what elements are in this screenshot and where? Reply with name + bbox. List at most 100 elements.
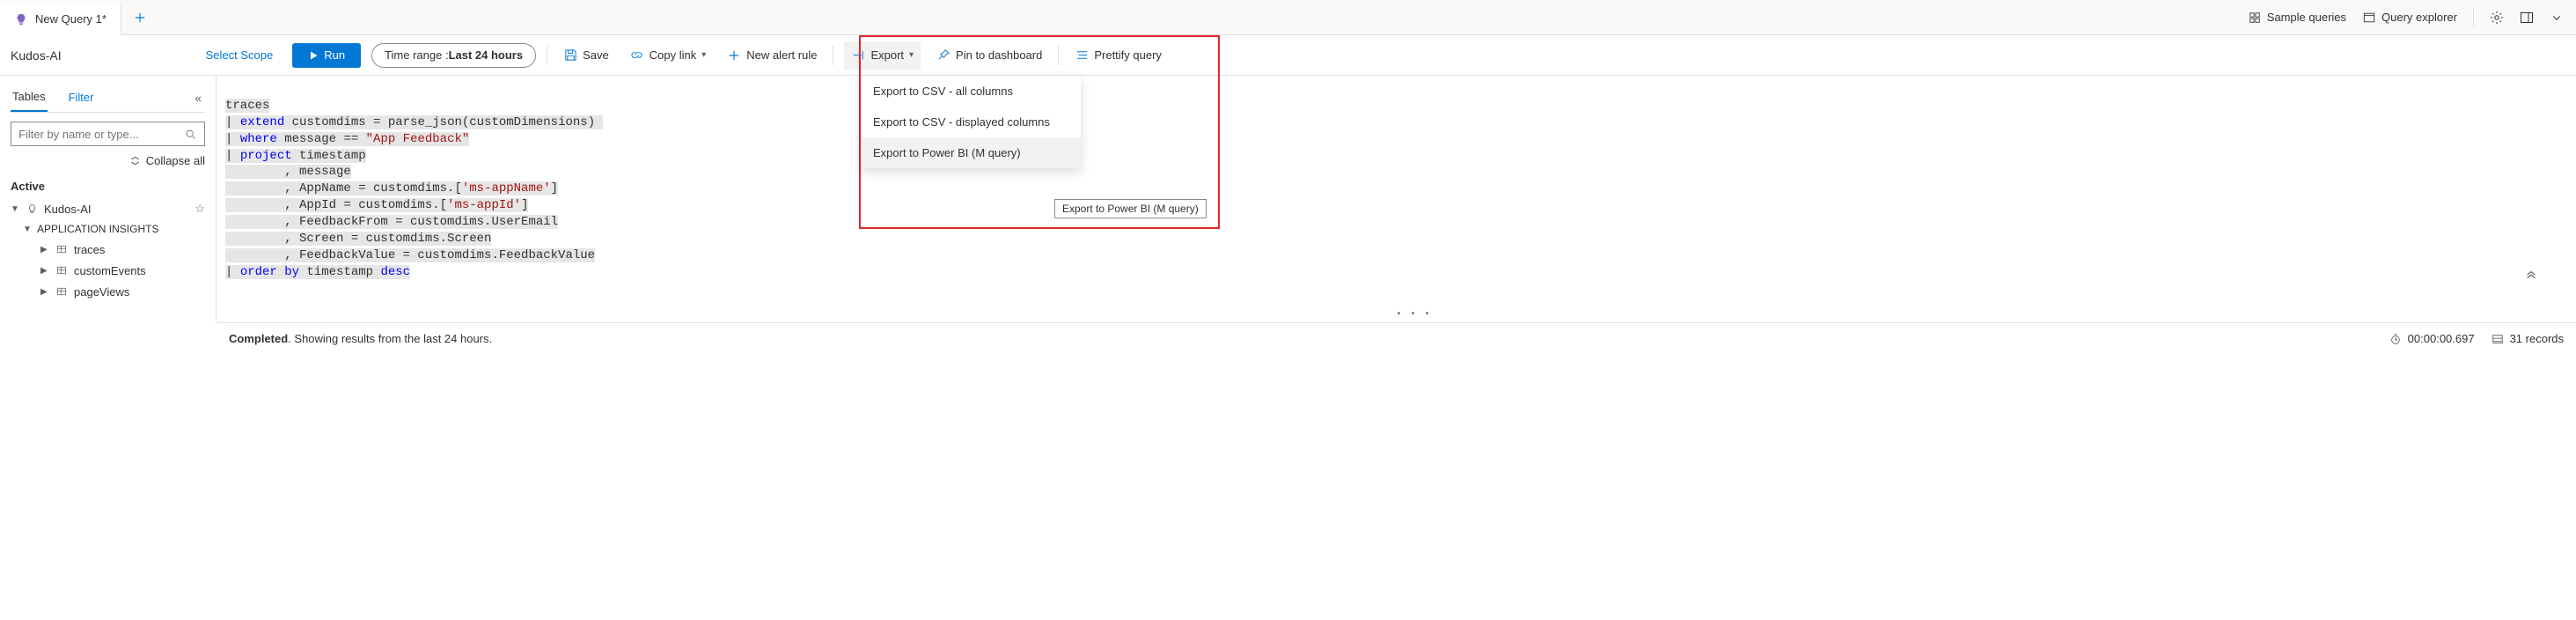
export-label: Export	[870, 48, 904, 62]
expand-up-icon[interactable]	[2525, 236, 2569, 315]
gear-icon[interactable]	[2490, 11, 2504, 25]
active-header: Active	[11, 180, 205, 193]
resize-handle[interactable]: • • •	[1397, 309, 1432, 321]
sample-queries-label: Sample queries	[2267, 11, 2346, 24]
pin-label: Pin to dashboard	[956, 48, 1042, 62]
export-csv-all[interactable]: Export to CSV - all columns	[861, 76, 1081, 107]
copy-link-label: Copy link	[650, 48, 696, 62]
select-scope-button[interactable]: Select Scope	[197, 48, 283, 62]
code-line: , AppName = customdims.['ms-appName']	[225, 181, 558, 196]
tree: ▼ Kudos-AI ☆ ▼ APPLICATION INSIGHTS ▶ tr…	[11, 198, 205, 302]
toolbar: Kudos-AI Select Scope Run Time range : L…	[0, 35, 2576, 76]
code-line: , FeedbackValue = customdims.FeedbackVal…	[225, 248, 595, 262]
chevron-down-icon: ▾	[909, 50, 914, 60]
tab-tables[interactable]: Tables	[11, 83, 48, 112]
save-icon	[563, 48, 577, 63]
code-line: , Screen = customdims.Screen	[225, 232, 491, 246]
time-range-pill[interactable]: Time range : Last 24 hours	[371, 43, 536, 68]
tree-item-pageviews[interactable]: ▶ pageViews	[11, 281, 205, 302]
query-editor[interactable]: traces | extend customdims = parse_json(…	[217, 76, 2576, 322]
breadcrumb: Kudos-AI	[11, 48, 70, 63]
table-icon	[55, 284, 69, 299]
panel-icon[interactable]	[2520, 11, 2534, 25]
tree-item-traces[interactable]: ▶ traces	[11, 239, 205, 260]
search-icon	[183, 127, 197, 141]
save-label: Save	[583, 48, 609, 62]
tooltip: Export to Power BI (M query)	[1054, 199, 1207, 218]
tree-root-label: Kudos-AI	[44, 203, 91, 216]
save-button[interactable]: Save	[558, 43, 614, 68]
lightbulb-icon	[14, 12, 28, 26]
collapse-icon	[128, 153, 143, 167]
tab-filter[interactable]: Filter	[67, 84, 96, 111]
caret-down-icon: ▼	[23, 225, 32, 234]
time-range-label: Time range :	[385, 48, 449, 62]
export-csv-displayed[interactable]: Export to CSV - displayed columns	[861, 107, 1081, 137]
tab-right-group: Sample queries Query explorer	[2248, 8, 2576, 27]
export-powerbi[interactable]: Export to Power BI (M query)	[861, 137, 1081, 168]
sample-queries-button[interactable]: Sample queries	[2248, 11, 2346, 25]
pin-button[interactable]: Pin to dashboard	[931, 43, 1047, 68]
code-line: | order by timestamp desc	[225, 265, 410, 279]
export-dropdown: Export to CSV - all columns Export to CS…	[861, 76, 1081, 168]
code-line: | project timestamp	[225, 149, 366, 163]
tree-item-label: traces	[74, 243, 105, 256]
caret-right-icon: ▶	[40, 266, 49, 276]
main-area: Tables Filter « Collapse all Active ▼ Ku…	[0, 76, 2576, 322]
tree-item-customevents[interactable]: ▶ customEvents	[11, 260, 205, 281]
favorite-icon[interactable]: ☆	[194, 202, 205, 216]
grid-icon	[2248, 11, 2262, 25]
separator	[2473, 8, 2474, 27]
records-icon	[2491, 332, 2505, 346]
run-label: Run	[324, 48, 345, 62]
new-tab-button[interactable]	[121, 11, 158, 24]
query-explorer-label: Query explorer	[2382, 11, 2457, 24]
prettify-icon	[1075, 48, 1089, 63]
time-range-value: Last 24 hours	[449, 48, 524, 62]
export-button[interactable]: Export ▾	[844, 41, 921, 70]
code-line: | where message == "App Feedback"	[225, 132, 469, 146]
stopwatch-icon	[2389, 332, 2403, 346]
sidebar-collapse-icon[interactable]: «	[191, 91, 205, 105]
chevron-down-icon[interactable]	[2550, 11, 2564, 25]
tree-group[interactable]: ▼ APPLICATION INSIGHTS	[11, 219, 205, 239]
caret-right-icon: ▶	[40, 287, 49, 297]
filter-input-wrap[interactable]	[11, 122, 205, 146]
collapse-all-label: Collapse all	[146, 154, 205, 167]
lightbulb-icon	[25, 202, 39, 216]
separator	[1058, 46, 1059, 65]
link-icon	[630, 48, 644, 63]
code-line: , FeedbackFrom = customdims.UserEmail	[225, 215, 558, 229]
caret-right-icon: ▶	[40, 245, 49, 255]
prettify-label: Prettify query	[1094, 48, 1162, 62]
tree-group-label: APPLICATION INSIGHTS	[37, 223, 158, 235]
sidebar: Tables Filter « Collapse all Active ▼ Ku…	[0, 76, 217, 322]
code-line: | extend customdims = parse_json(customD…	[225, 115, 603, 129]
new-alert-button[interactable]: New alert rule	[722, 43, 822, 68]
status-records: 31 records	[2491, 332, 2564, 346]
pin-icon	[936, 48, 950, 63]
tab-strip: New Query 1* Sample queries Query explor…	[0, 0, 2576, 35]
copy-link-button[interactable]: Copy link ▾	[625, 43, 712, 68]
chevron-down-icon: ▾	[701, 50, 706, 60]
prettify-button[interactable]: Prettify query	[1069, 43, 1167, 68]
code-line: traces	[225, 99, 269, 113]
run-button[interactable]: Run	[292, 43, 361, 68]
tree-root[interactable]: ▼ Kudos-AI ☆	[11, 198, 205, 219]
tab-new-query[interactable]: New Query 1*	[0, 1, 121, 35]
play-icon	[308, 50, 319, 61]
sidebar-tabs: Tables Filter «	[11, 83, 205, 113]
export-icon	[851, 48, 865, 63]
tab-label: New Query 1*	[35, 12, 106, 26]
plus-icon	[727, 48, 741, 63]
status-bar: Completed. Showing results from the last…	[217, 322, 2576, 354]
query-explorer-button[interactable]: Query explorer	[2362, 11, 2457, 25]
code-line: , AppId = customdims.['ms-appId']	[225, 198, 528, 212]
table-icon	[55, 263, 69, 277]
caret-down-icon: ▼	[11, 204, 19, 214]
code-line: , message	[225, 165, 351, 179]
filter-input[interactable]	[18, 128, 183, 141]
collapse-all-button[interactable]: Collapse all	[11, 153, 205, 167]
status-text: Completed. Showing results from the last…	[229, 332, 492, 345]
status-records-value: 31 records	[2510, 332, 2564, 345]
